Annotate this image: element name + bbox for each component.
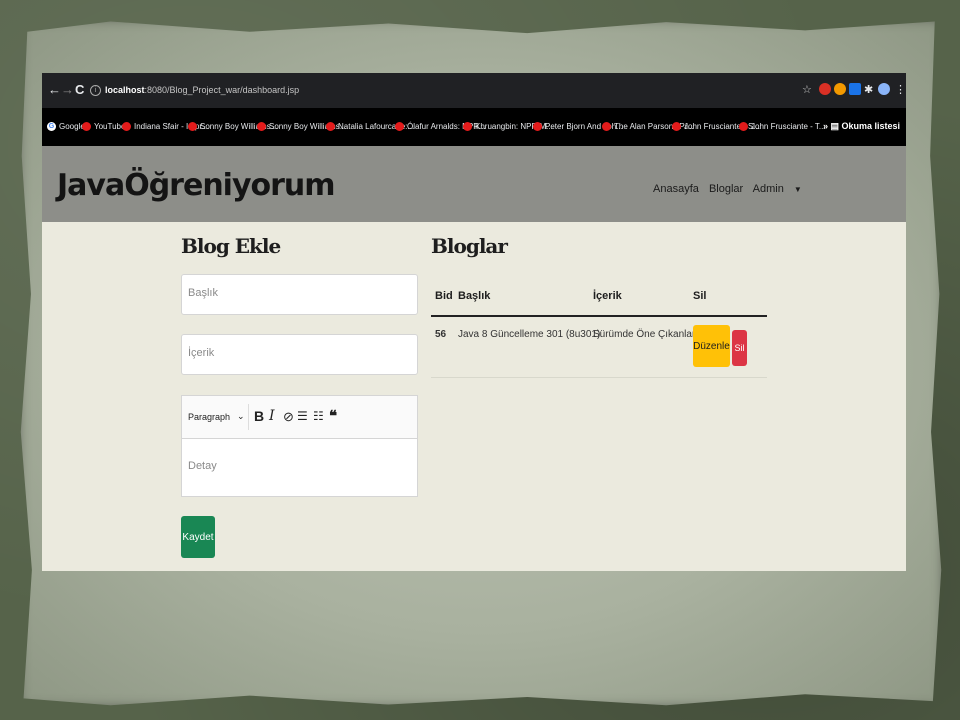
bookmark-google[interactable]: G Google [47, 122, 85, 132]
header-id: Bid [435, 290, 453, 302]
avatar[interactable] [878, 83, 890, 95]
blogs-title: Bloglar [431, 234, 508, 258]
youtube-icon [533, 122, 542, 132]
bold-icon[interactable]: B [254, 408, 264, 424]
youtube-icon [672, 122, 681, 132]
detail-editor-area[interactable]: Detay [188, 460, 217, 472]
toolbar-divider [248, 404, 249, 430]
link-icon[interactable]: ⊘ [283, 409, 294, 425]
extension-icon[interactable] [834, 83, 846, 95]
bookmark-youtube[interactable]: YouTube [82, 122, 125, 132]
star-icon[interactable]: ☆ [802, 83, 812, 97]
paragraph-select[interactable]: Paragraph [188, 412, 230, 422]
numbered-list-icon[interactable]: ☷ [313, 409, 324, 423]
save-button[interactable]: Kaydet [181, 516, 215, 558]
extension-icon[interactable] [819, 83, 831, 95]
italic-icon[interactable]: I [269, 408, 275, 424]
url-host: localhost [105, 85, 145, 95]
main-content: Blog Ekle Başlık İçerik Paragraph ⌄ B I … [42, 222, 906, 571]
brand-logo[interactable]: JavaÖğreniyorum [57, 168, 336, 203]
row-id: 56 [435, 329, 447, 340]
quote-icon[interactable]: ❝ [329, 407, 337, 425]
back-icon[interactable]: ← [48, 83, 61, 97]
youtube-icon [739, 122, 748, 132]
bookmarks-bar: G Google YouTube Indiana Sfair - Impr... … [42, 108, 906, 146]
extension-icon[interactable] [849, 83, 861, 95]
row-content: Sürümde Öne Çıkanlar [593, 329, 696, 340]
nav-admin-dropdown[interactable]: Admin ▼ [753, 183, 809, 195]
nav-blogs[interactable]: Bloglar [709, 183, 743, 195]
blogs-table: Bid Başlık İçerik Sil 56 Java 8 Güncelle… [431, 282, 767, 378]
bulleted-list-icon[interactable]: ☰ [297, 409, 308, 423]
bookmark-item[interactable]: John Frusciante - T... [739, 122, 826, 132]
youtube-icon [122, 122, 131, 132]
delete-button[interactable]: Sil [732, 330, 747, 366]
youtube-icon [602, 122, 611, 132]
youtube-icon [82, 122, 91, 132]
table-row: 56 Java 8 Güncelleme 301 (8u301) Sürümde… [431, 317, 767, 378]
menu-icon[interactable]: ⋮ [895, 83, 906, 97]
nav-home[interactable]: Anasayfa [653, 183, 699, 195]
url-path: :8080/Blog_Project_war/dashboard.jsp [144, 85, 300, 95]
browser-toolbar: ← → C i localhost:8080/Blog_Project_war/d… [42, 73, 906, 108]
reload-icon[interactable]: C [75, 83, 84, 97]
chevron-down-icon[interactable]: ⌄ [237, 411, 245, 422]
youtube-icon [326, 122, 335, 132]
header-content: İçerik [593, 290, 622, 302]
row-title: Java 8 Güncelleme 301 (8u301) [458, 329, 601, 340]
address-bar[interactable]: i localhost:8080/Blog_Project_war/dashboa… [90, 84, 300, 97]
title-input[interactable]: Başlık [181, 274, 418, 315]
youtube-icon [188, 122, 197, 132]
google-icon: G [47, 122, 56, 132]
reading-list-button[interactable]: » ▤ Okuma listesi [823, 121, 900, 132]
youtube-icon [463, 122, 472, 132]
add-blog-title: Blog Ekle [181, 234, 281, 258]
caret-down-icon: ▼ [793, 185, 802, 194]
editor-toolbar: Paragraph ⌄ B I ⊘ ☰ ☷ ❝ [182, 396, 417, 439]
header-delete: Sil [693, 290, 707, 302]
site-navbar: JavaÖğreniyorum Anasayfa Bloglar Admin ▼ [42, 146, 906, 222]
browser-screenshot: ← → C i localhost:8080/Blog_Project_war/d… [42, 73, 906, 571]
header-title: Başlık [458, 290, 491, 302]
youtube-icon [395, 122, 404, 132]
forward-icon[interactable]: → [61, 83, 74, 97]
content-input[interactable]: İçerik [181, 334, 418, 375]
youtube-icon [257, 122, 266, 132]
puzzle-icon[interactable]: ✱ [864, 83, 873, 97]
edit-button[interactable]: Düzenle [693, 325, 730, 367]
rich-text-editor: Paragraph ⌄ B I ⊘ ☰ ☷ ❝ Detay [181, 395, 418, 497]
table-header: Bid Başlık İçerik Sil [431, 282, 767, 317]
nav-links: Anasayfa Bloglar Admin ▼ [653, 183, 816, 195]
info-icon[interactable]: i [90, 85, 101, 97]
